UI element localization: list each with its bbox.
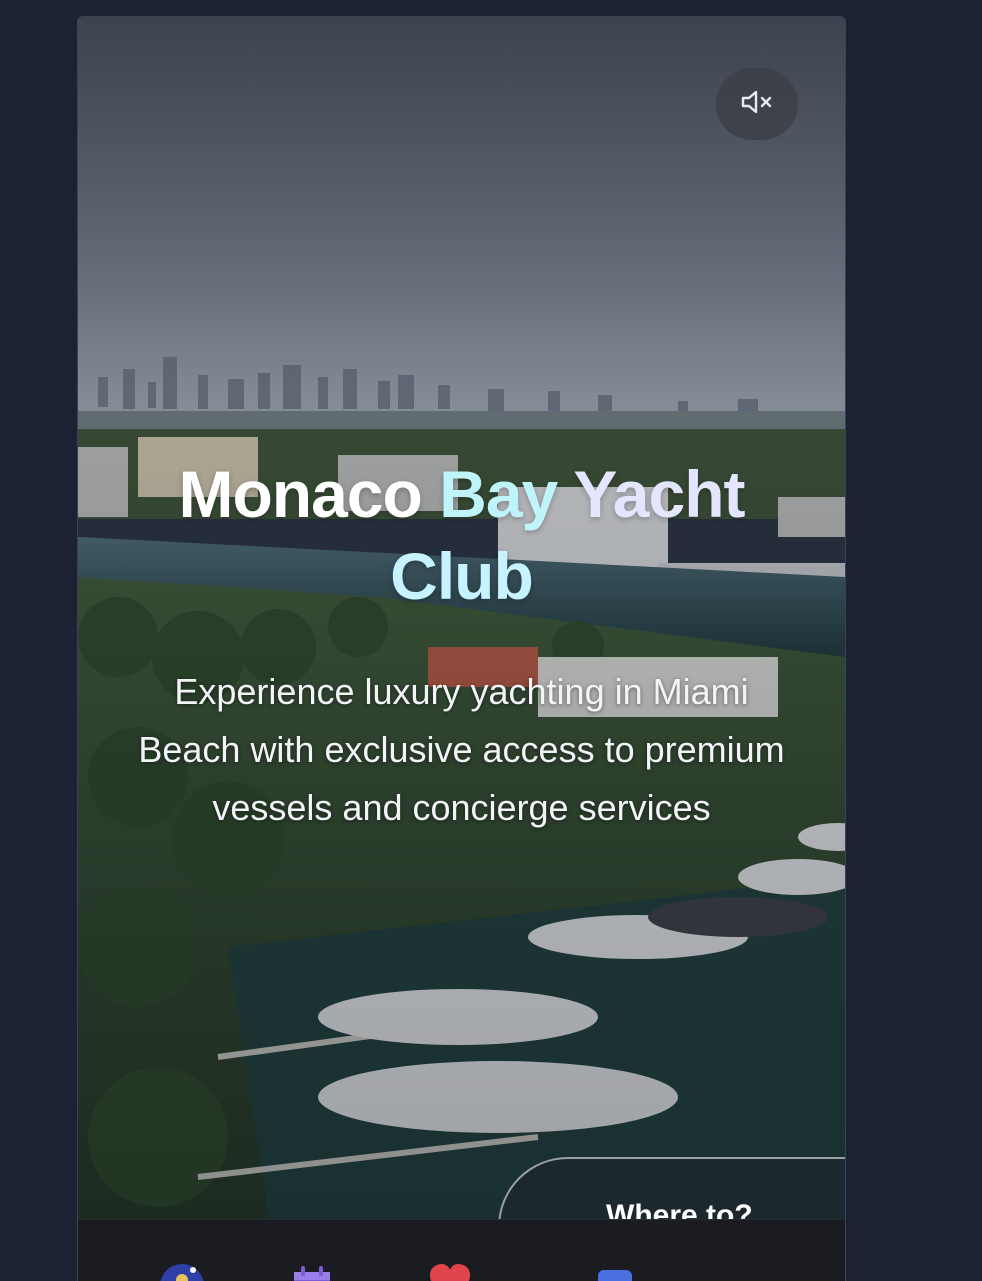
mute-button[interactable]	[716, 68, 798, 140]
hero-dim-overlay	[78, 17, 845, 1281]
nav-item-calendar[interactable]	[290, 1264, 334, 1281]
hero-title: Monaco Bay Yacht Club	[108, 453, 815, 617]
title-word: Bay	[439, 457, 558, 531]
hero-subtitle: Experience luxury yachting in Miami Beac…	[138, 671, 785, 828]
volume-mute-icon	[740, 87, 774, 122]
bottom-nav-bar	[78, 1219, 845, 1281]
nav-item-messages[interactable]	[594, 1264, 638, 1281]
title-word: Monaco	[178, 457, 422, 531]
nav-item-favorites[interactable]	[428, 1264, 472, 1281]
title-word: Club	[390, 539, 534, 613]
title-word: Yacht	[573, 457, 745, 531]
app-frame: Monaco Bay Yacht Club Experience luxury …	[77, 16, 846, 1281]
nav-item-profile[interactable]	[160, 1264, 204, 1281]
